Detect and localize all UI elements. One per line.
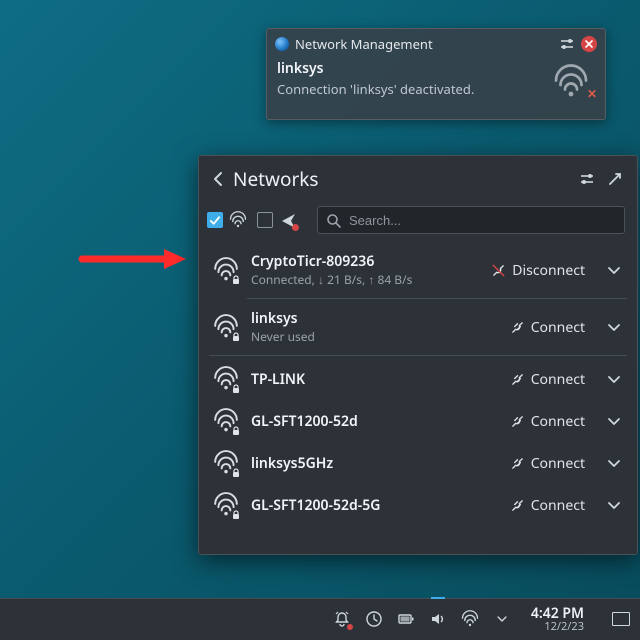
filter-airplane-checkbox[interactable] [257,212,273,228]
notification-settings-icon[interactable] [559,36,575,52]
network-item[interactable]: TP-LINK Connect [199,358,637,400]
notification-title: Network Management [295,35,433,53]
clock[interactable]: 4:42 PM 12/2/23 [531,606,584,633]
filter-wifi-checkbox[interactable] [207,212,223,228]
back-button[interactable] [207,168,229,190]
connect-button[interactable]: Connect [510,454,585,473]
connect-plug-icon [510,498,525,513]
show-desktop-button[interactable] [612,612,630,626]
connect-plug-icon [510,456,525,471]
network-item[interactable]: linksys Never used Connect [199,301,637,353]
wifi-tray-icon[interactable] [461,610,479,628]
search-icon [326,213,341,228]
airplane-mode-icon [279,211,297,229]
network-item[interactable]: GL-SFT1200-52d-5G Connect [199,484,637,527]
annotation-arrow [78,247,188,271]
connect-button[interactable]: Connect [510,370,585,389]
notification-close-button[interactable] [581,36,597,52]
wifi-signal-icon [213,366,239,392]
connect-plug-icon [510,320,525,335]
network-ssid: linksys5GHz [251,454,498,473]
network-ssid: linksys [251,309,498,328]
expand-chevron-icon[interactable] [605,370,623,388]
wifi-signal-icon [213,408,239,434]
search-input[interactable] [349,213,616,228]
wifi-signal-icon [213,314,239,340]
panel-pin-button[interactable] [605,169,625,189]
updates-tray-icon[interactable] [365,610,383,628]
connect-button[interactable]: Connect [510,318,585,337]
disconnect-button[interactable]: Disconnect [491,261,585,280]
lock-icon [232,468,240,477]
network-list: CryptoTicr-809236 Connected, ↓ 21 B/s, ↑… [199,244,637,548]
networks-panel: Networks [198,155,638,555]
notifications-tray-icon[interactable] [333,610,351,628]
clock-date: 12/2/23 [544,621,584,633]
network-ssid: CryptoTicr-809236 [251,252,479,271]
system-tray: 4:42 PM 12/2/23 [333,606,630,633]
wifi-signal-icon [213,257,239,283]
lock-icon [232,384,240,393]
connect-button[interactable]: Connect [510,412,585,431]
panel-settings-icon[interactable] [577,169,597,189]
notification-message: Connection 'linksys' deactivated. [277,80,595,98]
network-item[interactable]: GL-SFT1200-52d Connect [199,400,637,442]
network-ssid: GL-SFT1200-52d-5G [251,496,498,515]
connect-button[interactable]: Connect [510,496,585,515]
search-field[interactable] [317,206,625,234]
network-ssid: GL-SFT1200-52d [251,412,498,431]
notification-ssid: linksys [277,59,595,78]
notification-network: Network Management linksys Connection 'l… [266,28,606,120]
battery-tray-icon[interactable] [397,610,415,628]
network-item[interactable]: linksys5GHz Connect [199,442,637,484]
expand-chevron-icon[interactable] [605,261,623,279]
lock-icon [232,275,240,284]
connect-plug-icon [510,414,525,429]
expand-chevron-icon[interactable] [605,412,623,430]
tray-expand-chevron-icon[interactable] [493,610,511,628]
expand-chevron-icon[interactable] [605,318,623,336]
panel-title: Networks [233,166,319,192]
taskbar: 4:42 PM 12/2/23 [0,598,640,640]
expand-chevron-icon[interactable] [605,454,623,472]
wifi-signal-icon [213,492,239,518]
network-globe-icon [275,37,289,51]
network-status: Never used [251,328,498,345]
network-status: Connected, ↓ 21 B/s, ↑ 84 B/s [251,271,479,288]
expand-chevron-icon[interactable] [605,496,623,514]
lock-icon [232,332,240,341]
connect-plug-icon [510,372,525,387]
wifi-signal-icon [213,450,239,476]
wifi-filter-icon [229,211,247,229]
volume-tray-icon[interactable] [429,610,447,628]
network-item-connected[interactable]: CryptoTicr-809236 Connected, ↓ 21 B/s, ↑… [199,244,637,296]
wifi-disconnected-icon: ✕ [549,64,593,100]
disconnect-plug-icon [491,263,506,278]
lock-icon [232,510,240,519]
lock-icon [232,426,240,435]
network-ssid: TP-LINK [251,370,498,389]
